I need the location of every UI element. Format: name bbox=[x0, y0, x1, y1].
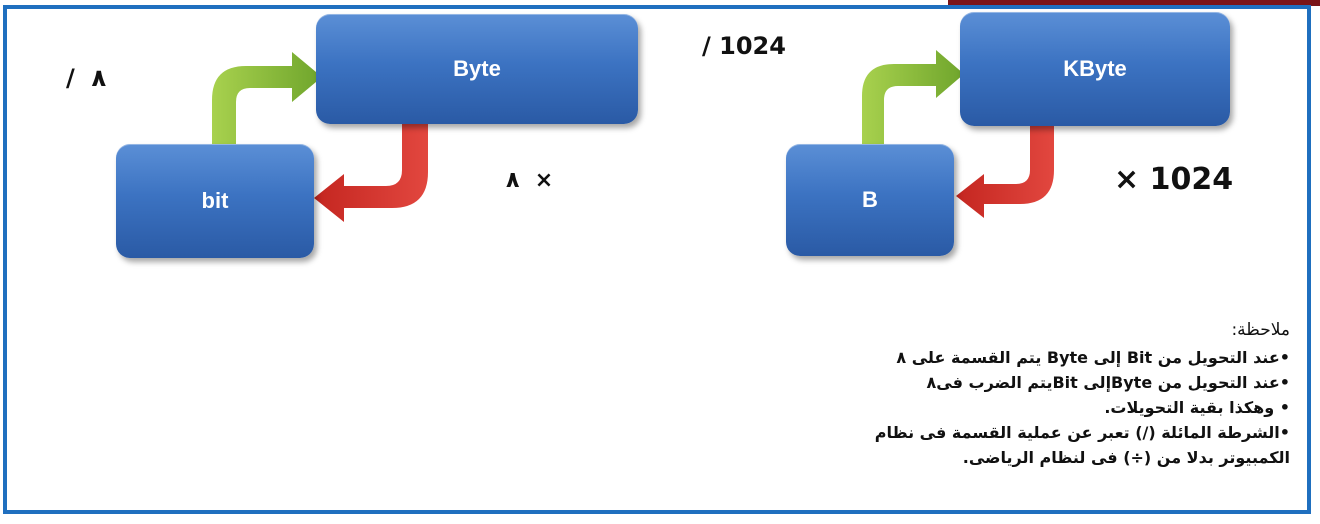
note-line: •عند التحويل من Bit إلى Byte يتم القسمة … bbox=[896, 348, 1290, 367]
divide-by-1024-label: / 1024 bbox=[702, 32, 786, 60]
note-line: الكمبيوتر بدلا من (÷) فى لنظام الرياضى. bbox=[962, 448, 1290, 467]
note-block: ملاحظة: •عند التحويل من Bit إلى Byte يتم… bbox=[520, 318, 1290, 470]
kbyte-box-label: KByte bbox=[1063, 56, 1127, 81]
b-box: B bbox=[786, 144, 954, 256]
byte-box-label: Byte bbox=[453, 56, 501, 81]
note-title: ملاحظة: bbox=[1231, 320, 1290, 340]
down-arrow-right bbox=[956, 124, 1054, 218]
divide-by-8-label: / ٨ bbox=[66, 64, 107, 92]
multiply-by-1024-label: × 1024 bbox=[1114, 162, 1234, 197]
note-line: •عند التحويل من Byteإلى Bitيتم الضرب فى٨ bbox=[926, 373, 1290, 392]
down-arrow-left bbox=[314, 122, 428, 222]
multiply-by-8-label: ٨ × bbox=[506, 168, 554, 193]
note-line: • وهكذا بقية التحويلات. bbox=[1104, 398, 1290, 417]
kbyte-box: KByte bbox=[960, 12, 1230, 126]
note-line: •الشرطة المائلة (/) تعبر عن عملية القسمة… bbox=[874, 423, 1290, 442]
bit-box-label: bit bbox=[201, 188, 229, 213]
up-arrow-right bbox=[862, 50, 964, 146]
byte-box: Byte bbox=[316, 14, 638, 124]
up-arrow-left bbox=[212, 52, 322, 148]
b-box-label: B bbox=[862, 187, 878, 212]
bit-box: bit bbox=[116, 144, 314, 258]
